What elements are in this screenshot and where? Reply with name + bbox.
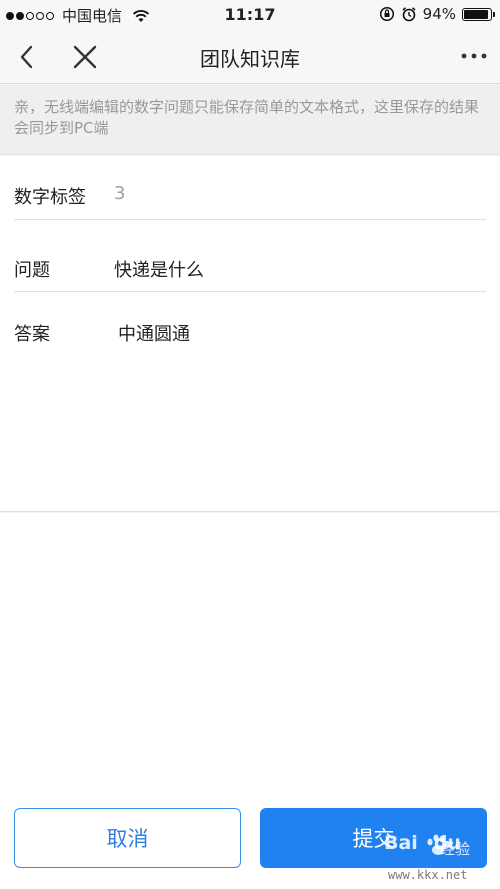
- battery-percent: 94%: [422, 5, 456, 23]
- number-tag-row[interactable]: 数字标签 3: [14, 156, 486, 220]
- nav-bar: 团队知识库: [0, 30, 500, 84]
- status-right: 94%: [379, 5, 495, 23]
- alarm-icon: [402, 7, 416, 22]
- battery-icon: [462, 7, 495, 21]
- cancel-button[interactable]: 取消: [14, 808, 241, 868]
- status-bar: 中国电信 11:17 94%: [0, 0, 500, 30]
- answer-label: 答案: [14, 324, 50, 345]
- notice-banner: 亲，无线端编辑的数字问题只能保存简单的文本格式，这里保存的结果会同步到PC端: [0, 85, 500, 155]
- knowledge-form: 数字标签 3 问题 快递是什么 答案 中通圆通: [0, 156, 500, 512]
- answer-row[interactable]: 答案 中通圆通: [14, 292, 486, 512]
- number-tag-input[interactable]: 3: [114, 183, 125, 204]
- more-options-icon[interactable]: [460, 46, 488, 66]
- question-label: 问题: [14, 260, 50, 281]
- question-input[interactable]: 快递是什么: [114, 256, 204, 282]
- answer-textarea[interactable]: 中通圆通: [118, 320, 190, 346]
- number-tag-label: 数字标签: [14, 187, 86, 208]
- page-title: 团队知识库: [200, 47, 300, 71]
- rotation-lock-icon: [379, 6, 394, 22]
- question-row[interactable]: 问题 快递是什么: [14, 220, 486, 292]
- submit-button[interactable]: 提交: [260, 808, 487, 868]
